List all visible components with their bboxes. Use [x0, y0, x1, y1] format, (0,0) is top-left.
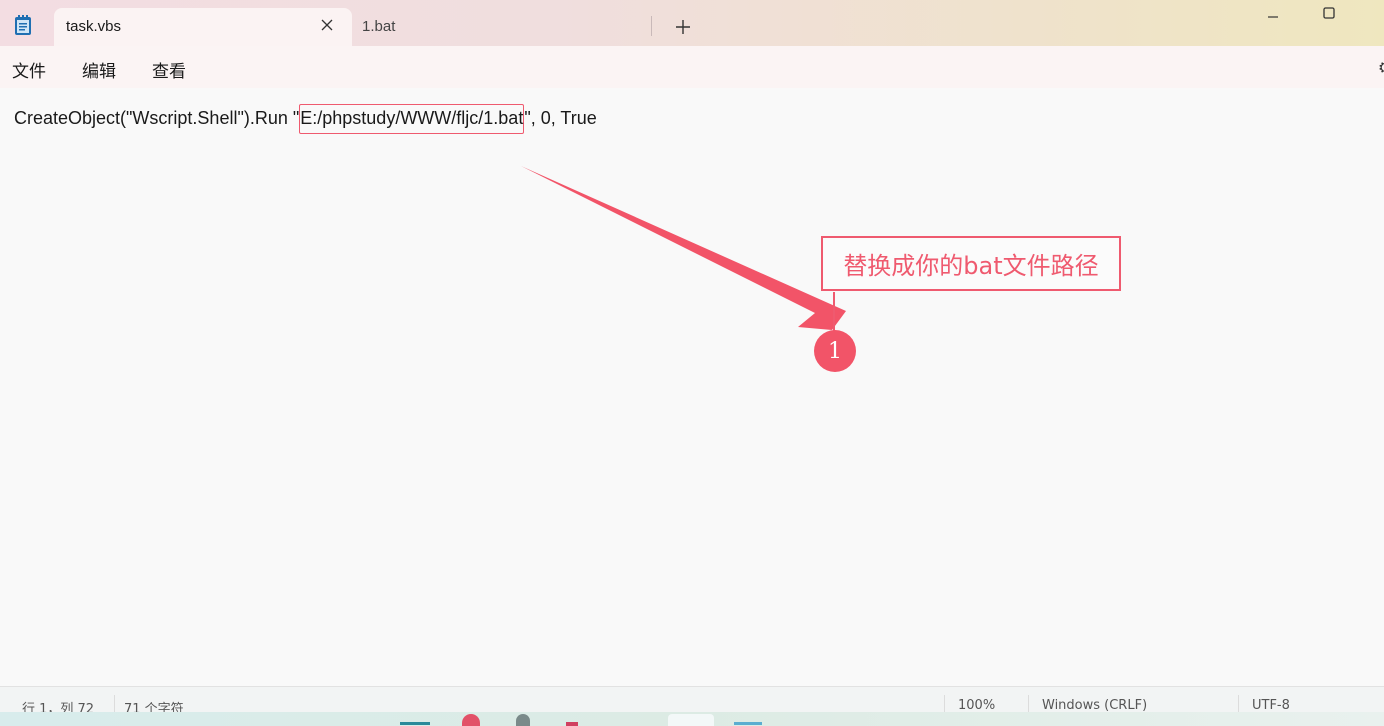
menu-edit[interactable]: 编辑	[82, 57, 116, 82]
callout-text: 替换成你的bat文件路径	[843, 252, 1099, 280]
taskbar-app-icon[interactable]	[400, 722, 430, 725]
annotation-callout: 替换成你的bat文件路径	[821, 236, 1121, 291]
highlighted-path: E:/phpstudy/WWW/fljc/1.bat	[299, 104, 525, 134]
code-line: CreateObject("Wscript.Shell").Run "E:/ph…	[14, 104, 597, 134]
zoom-level[interactable]: 100%	[958, 698, 995, 713]
minimize-icon[interactable]	[1262, 2, 1284, 24]
tab-label: task.vbs	[66, 18, 122, 35]
taskbar-app-icon[interactable]	[462, 714, 480, 726]
line-ending[interactable]: Windows (CRLF)	[1042, 698, 1147, 713]
taskbar-app-icon[interactable]	[516, 714, 530, 726]
tab-task-vbs[interactable]: task.vbs	[54, 8, 352, 46]
taskbar-app-icon[interactable]	[734, 722, 762, 725]
taskbar	[0, 712, 1384, 726]
menu-file[interactable]: 文件	[12, 57, 46, 82]
plus-icon[interactable]	[670, 14, 696, 40]
code-text-after: ", 0, True	[524, 108, 597, 128]
title-bar: task.vbs 1.bat	[0, 0, 1384, 46]
menu-bar: 文件 编辑 查看 ⚙	[0, 46, 1384, 89]
text-editor[interactable]: CreateObject("Wscript.Shell").Run "E:/ph…	[0, 88, 1384, 686]
settings-icon[interactable]: ⚙	[1378, 58, 1384, 78]
taskbar-app-icon[interactable]	[566, 722, 578, 726]
step-badge: 1	[814, 330, 856, 372]
close-icon[interactable]	[316, 14, 338, 36]
menu-view[interactable]: 查看	[152, 57, 186, 82]
code-text-before: CreateObject("Wscript.Shell").Run "	[14, 108, 300, 128]
encoding[interactable]: UTF-8	[1252, 698, 1290, 713]
taskbar-app-icon[interactable]	[668, 714, 714, 726]
notepad-icon	[14, 14, 32, 36]
tab-label: 1.bat	[362, 18, 396, 35]
tab-1-bat[interactable]: 1.bat	[352, 8, 650, 46]
maximize-icon[interactable]	[1318, 2, 1340, 24]
status-bar: 行 1，列 72 71 个字符 100% Windows (CRLF) UTF-…	[0, 686, 1384, 717]
tab-divider	[651, 16, 652, 36]
